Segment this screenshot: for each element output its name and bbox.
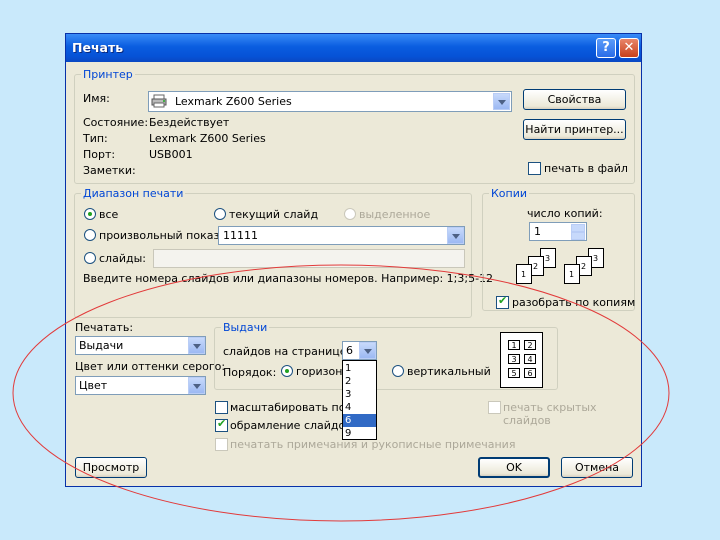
annotation-ellipse <box>12 264 670 522</box>
